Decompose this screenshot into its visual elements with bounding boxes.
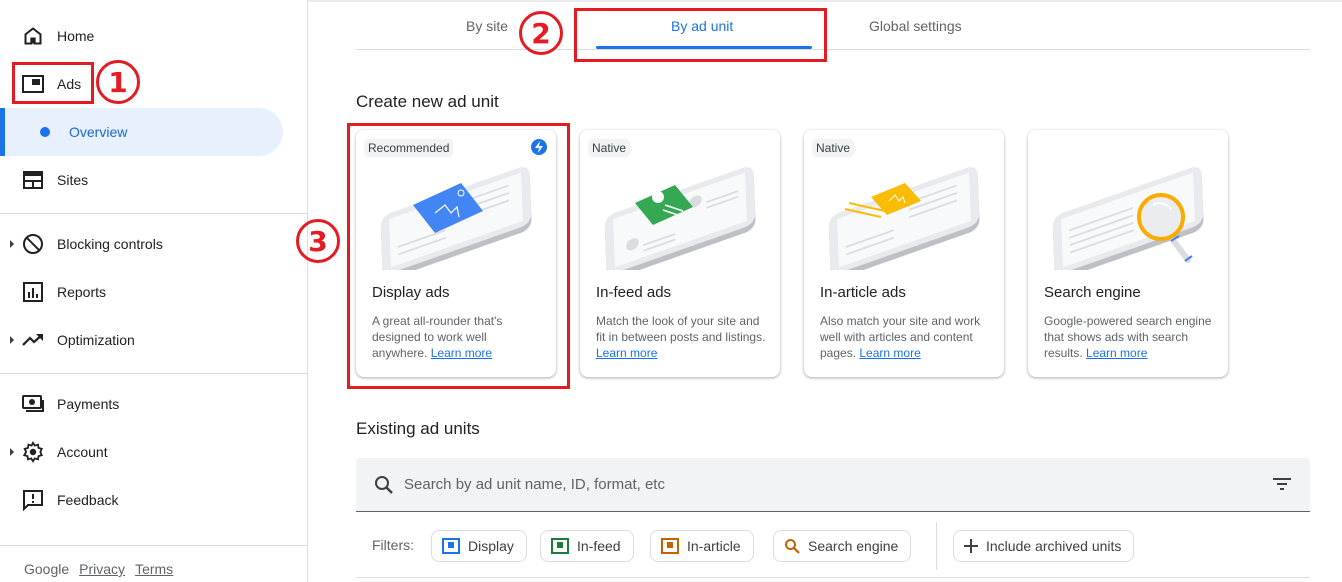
learn-more-link[interactable]: Learn more xyxy=(859,346,920,360)
filter-list-icon[interactable] xyxy=(1272,477,1292,496)
home-icon xyxy=(22,25,44,47)
filter-chip-in-feed[interactable]: In-feed xyxy=(540,530,634,562)
create-section-title: Create new ad unit xyxy=(356,92,499,111)
card-title: In-feed ads xyxy=(596,284,672,301)
include-archived-button[interactable]: Include archived units xyxy=(953,530,1135,562)
tab-by-site[interactable]: By site xyxy=(466,18,508,34)
sidebar-item-label: Account xyxy=(57,444,108,460)
sidebar-item-label: Home xyxy=(57,28,95,44)
sidebar-item-account[interactable]: Account xyxy=(0,428,283,476)
sidebar-item-optimization[interactable]: Optimization xyxy=(0,316,283,364)
divider xyxy=(0,373,307,374)
display-icon xyxy=(442,538,460,554)
search-placeholder: Search by ad unit name, ID, format, etc xyxy=(404,476,665,493)
annotation-number-2: 2 xyxy=(519,11,563,55)
sidebar-item-label: Feedback xyxy=(57,492,119,508)
google-logo: Google xyxy=(24,561,70,577)
sidebar-footer: Google Privacy Terms xyxy=(24,561,173,577)
annotation-number-1: 1 xyxy=(96,60,140,104)
dot-icon xyxy=(40,127,50,137)
in-article-icon xyxy=(661,538,679,554)
annotation-number-3: 3 xyxy=(296,219,340,263)
search-icon xyxy=(785,539,800,554)
in-feed-icon xyxy=(551,538,569,554)
chip-label: Search engine xyxy=(808,538,899,554)
sidebar-item-feedback[interactable]: Feedback xyxy=(0,476,283,524)
search-engine-illustration xyxy=(1052,167,1204,270)
chip-label: In-article xyxy=(687,538,741,554)
sidebar-item-home[interactable]: Home xyxy=(0,12,283,60)
caret-right-icon[interactable] xyxy=(10,240,14,248)
sidebar-item-label: Sites xyxy=(57,172,89,188)
sidebar-item-overview[interactable]: Overview xyxy=(0,108,283,156)
annotation-box-ads xyxy=(12,62,94,104)
ad-unit-search-input[interactable]: Search by ad unit name, ID, format, etc xyxy=(356,458,1310,512)
caret-right-icon[interactable] xyxy=(10,336,14,344)
caret-right-icon[interactable] xyxy=(10,448,14,456)
sidebar-item-label: Payments xyxy=(57,396,120,412)
sidebar-item-label: Blocking controls xyxy=(57,236,163,252)
divider xyxy=(0,545,307,546)
annotation-box-display-card xyxy=(347,123,570,389)
search-icon xyxy=(374,475,394,500)
tab-global-settings[interactable]: Global settings xyxy=(869,18,962,34)
sites-icon xyxy=(22,169,44,191)
sidebar-item-label: Reports xyxy=(57,284,107,300)
card-description: Also match your site and work well with … xyxy=(820,314,981,360)
tab-bar: By site By ad unit Global settings xyxy=(356,0,1310,50)
block-icon xyxy=(22,233,44,255)
vertical-divider xyxy=(936,522,937,570)
ad-type-card-in-feed[interactable]: Native In-feed ads Match the look of you… xyxy=(580,130,780,377)
ad-type-card-search-engine[interactable]: Search engine Google-powered search engi… xyxy=(1028,130,1228,377)
in-article-ads-illustration xyxy=(828,167,980,270)
divider xyxy=(0,213,307,214)
native-badge: Native xyxy=(812,139,855,157)
filters-label: Filters: xyxy=(372,537,414,553)
chip-label: In-feed xyxy=(577,538,621,554)
sidebar-item-payments[interactable]: Payments xyxy=(0,380,283,428)
filter-chip-search-engine[interactable]: Search engine xyxy=(773,530,912,562)
reports-icon xyxy=(22,281,44,303)
sidebar-item-blocking-controls[interactable]: Blocking controls xyxy=(0,220,283,268)
terms-link[interactable]: Terms xyxy=(135,561,173,577)
learn-more-link[interactable]: Learn more xyxy=(596,346,657,360)
card-title: Search engine xyxy=(1044,284,1141,301)
sidebar-item-label: Optimization xyxy=(57,332,135,348)
learn-more-link[interactable]: Learn more xyxy=(1086,346,1147,360)
card-title: In-article ads xyxy=(820,284,906,301)
annotation-box-tab xyxy=(574,8,827,62)
native-badge: Native xyxy=(588,139,631,157)
existing-section-title: Existing ad units xyxy=(356,419,480,438)
plus-icon xyxy=(964,539,978,553)
filter-bar: Filters: Display In-feed In-article Sear… xyxy=(356,522,1310,578)
chip-label: Display xyxy=(468,538,514,554)
sidebar-item-label: Overview xyxy=(69,124,128,140)
in-feed-ads-illustration xyxy=(604,167,756,270)
privacy-link[interactable]: Privacy xyxy=(79,561,125,577)
sidebar-item-sites[interactable]: Sites xyxy=(0,156,283,204)
chip-label: Include archived units xyxy=(986,538,1122,554)
card-description: Google-powered search engine that shows … xyxy=(1044,314,1212,360)
payments-icon xyxy=(22,393,44,415)
ad-type-card-in-article[interactable]: Native In-article ads Also match your si… xyxy=(804,130,1004,377)
filter-chip-in-article[interactable]: In-article xyxy=(650,530,754,562)
sidebar-item-reports[interactable]: Reports xyxy=(0,268,283,316)
feedback-icon xyxy=(22,489,44,511)
card-description: Match the look of your site and fit in b… xyxy=(596,314,766,360)
gear-icon xyxy=(22,441,44,463)
trending-up-icon xyxy=(22,329,44,351)
filter-chip-display[interactable]: Display xyxy=(431,530,527,562)
